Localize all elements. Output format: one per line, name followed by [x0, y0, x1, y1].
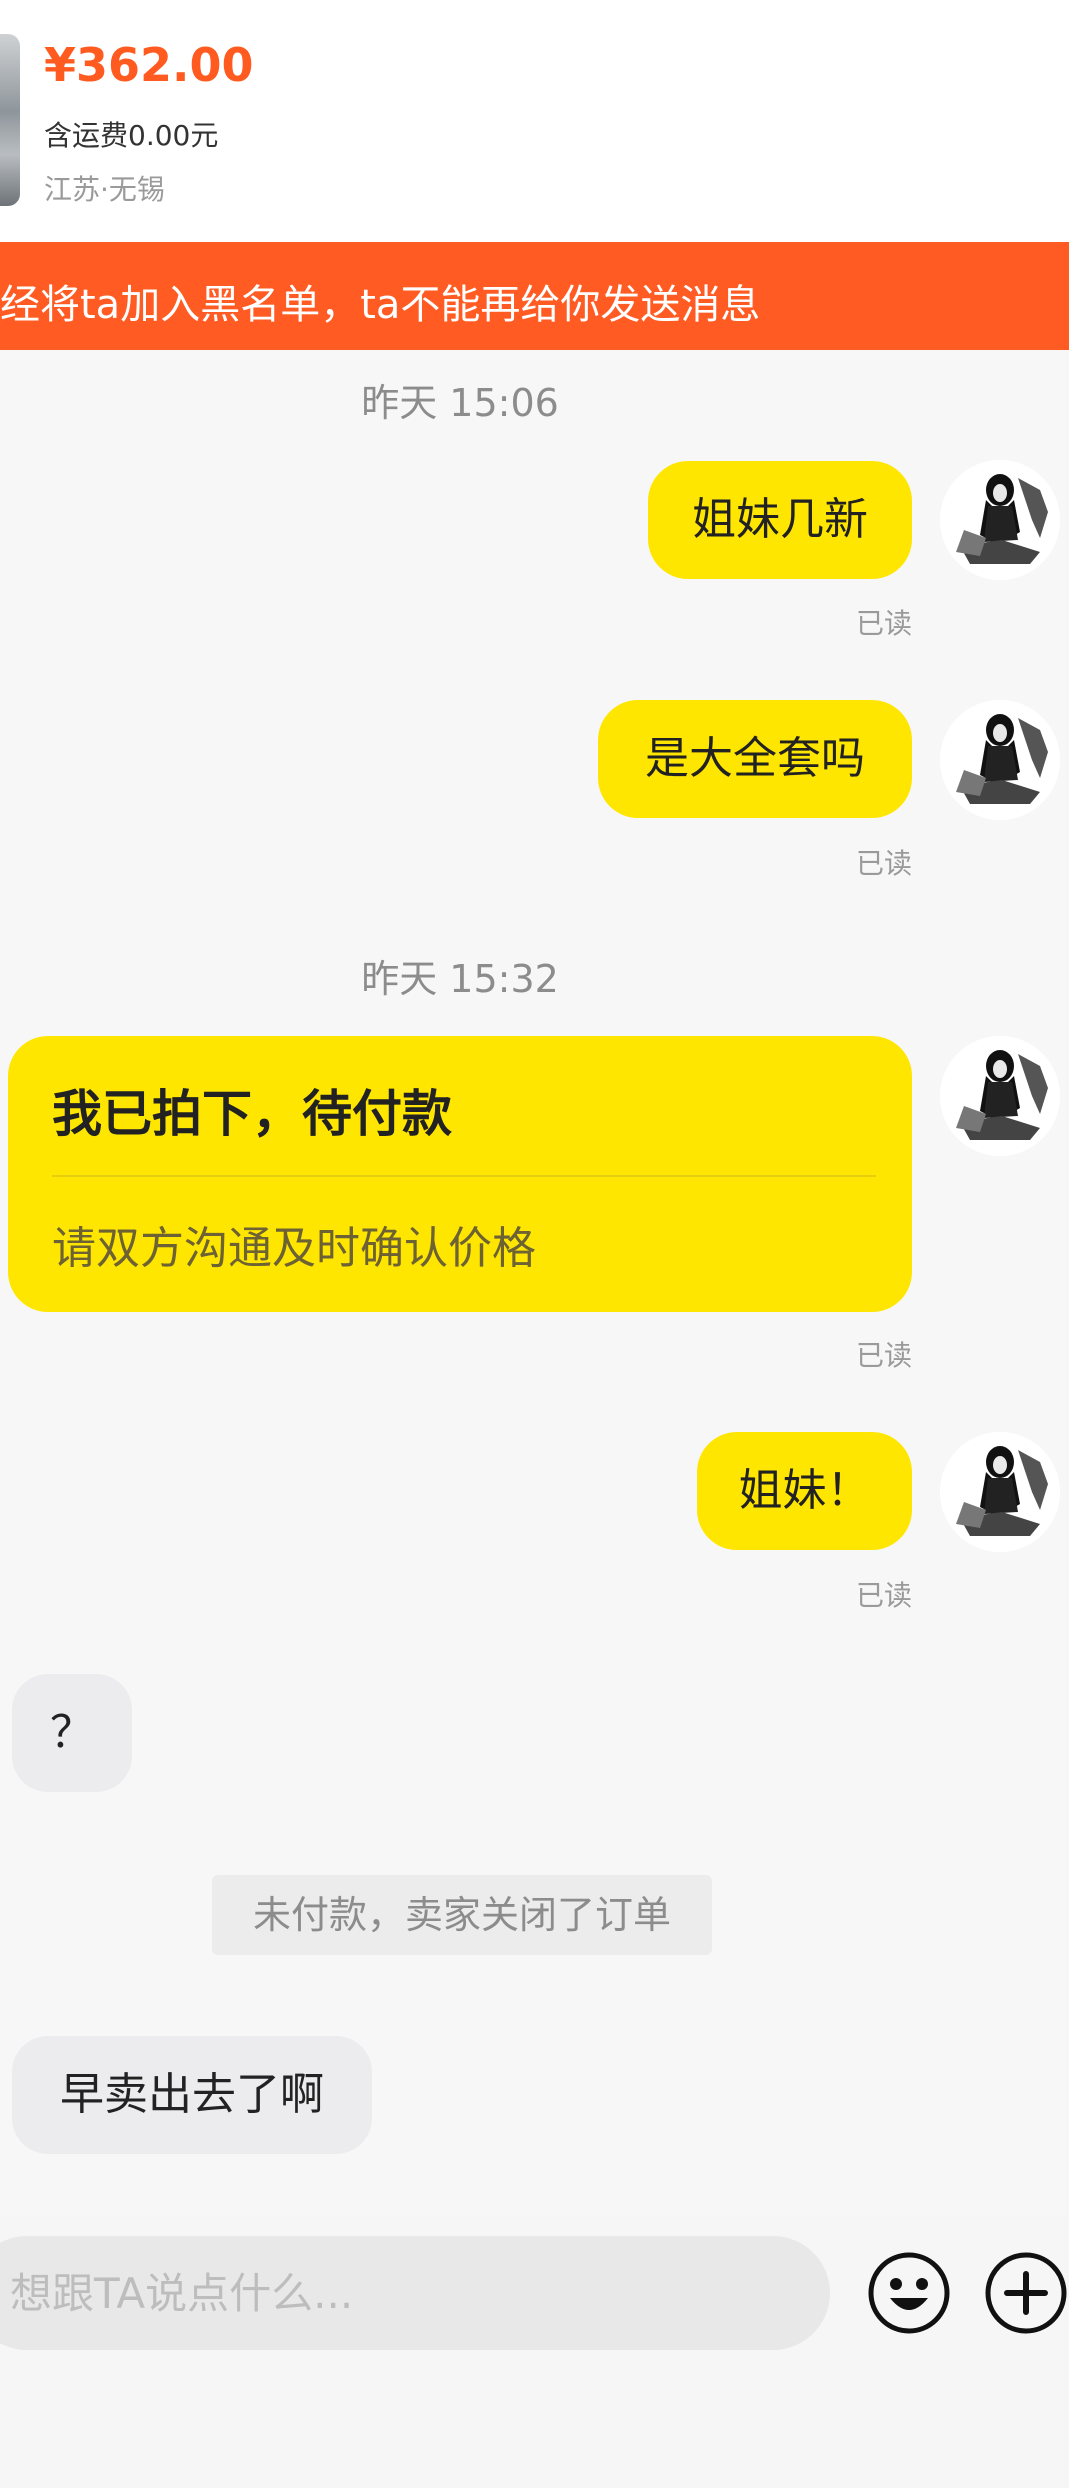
- product-thumbnail[interactable]: [0, 34, 20, 206]
- smiley-icon: [868, 2252, 950, 2334]
- order-card-subtitle: 请双方沟通及时确认价格: [52, 1223, 536, 1274]
- blacklist-banner-text: 经将ta加入黑名单，ta不能再给你发送消息: [0, 282, 761, 328]
- shipping-fee: 含运费0.00元: [44, 119, 219, 152]
- avatar[interactable]: [940, 1036, 1060, 1156]
- incoming-message[interactable]: ？: [12, 1674, 132, 1792]
- order-card-title: 我已拍下，待付款: [52, 1085, 452, 1143]
- message-timestamp: 昨天 15:06: [361, 381, 559, 425]
- read-status: 已读: [855, 1339, 912, 1372]
- read-status: 已读: [855, 847, 912, 880]
- product-header[interactable]: ¥362.00 含运费0.00元 江苏·无锡: [0, 0, 1069, 242]
- system-notice: 未付款，卖家关闭了订单: [212, 1875, 712, 1955]
- outgoing-message[interactable]: 是大全套吗: [598, 700, 912, 818]
- product-location: 江苏·无锡: [44, 173, 165, 206]
- incoming-message[interactable]: 早卖出去了啊: [12, 2036, 372, 2154]
- avatar-image: [940, 460, 1060, 580]
- message-input[interactable]: [0, 2236, 830, 2350]
- blacklist-banner: 经将ta加入黑名单，ta不能再给你发送消息: [0, 242, 1069, 350]
- order-status-card[interactable]: 我已拍下，待付款 请双方沟通及时确认价格: [8, 1036, 912, 1312]
- order-card-divider: [52, 1175, 876, 1177]
- message-timestamp: 昨天 15:32: [361, 957, 559, 1001]
- emoji-button[interactable]: [866, 2250, 952, 2336]
- avatar[interactable]: [940, 1432, 1060, 1552]
- outgoing-message[interactable]: 姐妹几新: [648, 461, 912, 579]
- avatar-image: [940, 1036, 1060, 1156]
- avatar-image: [940, 700, 1060, 820]
- add-button[interactable]: [983, 2250, 1069, 2336]
- avatar-image: [940, 1432, 1060, 1552]
- product-price: ¥362.00: [44, 38, 254, 92]
- read-status: 已读: [855, 607, 912, 640]
- avatar[interactable]: [940, 460, 1060, 580]
- outgoing-message[interactable]: 姐妹！: [697, 1432, 912, 1550]
- read-status: 已读: [855, 1579, 912, 1612]
- avatar[interactable]: [940, 700, 1060, 820]
- plus-circle-icon: [985, 2252, 1067, 2334]
